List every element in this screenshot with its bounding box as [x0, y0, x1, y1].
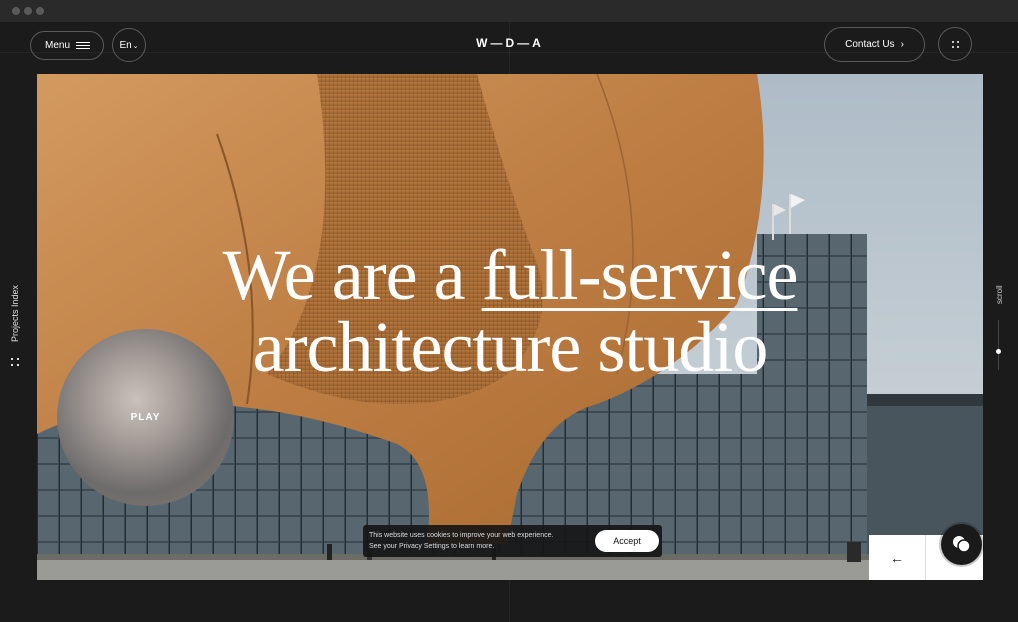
- site-logo[interactable]: W—D—A: [440, 36, 580, 50]
- headline-text: We are a: [222, 235, 482, 315]
- window-maximize-dot[interactable]: [36, 7, 44, 15]
- contact-label: Contact Us: [845, 39, 895, 50]
- chat-button[interactable]: [941, 524, 982, 565]
- projects-index-toggle[interactable]: Projects Index: [0, 282, 30, 382]
- page: Menu En ⌄ W—D—A Contact Us › Projects In…: [0, 22, 1018, 622]
- language-label: En: [119, 39, 132, 51]
- scroll-thumb[interactable]: [996, 349, 1001, 354]
- play-label: PLAY: [130, 412, 161, 423]
- cookie-accept-button[interactable]: Accept: [595, 530, 659, 552]
- scroll-track: [998, 320, 999, 370]
- hero-section: We are a full-service architecture studi…: [37, 74, 983, 580]
- grid-dots-icon: [957, 46, 959, 48]
- play-video-button[interactable]: PLAY: [57, 329, 234, 506]
- window-close-dot[interactable]: [12, 7, 20, 15]
- grid-dots-icon: [957, 41, 959, 43]
- projects-index-label: Projects Index: [10, 284, 20, 342]
- browser-titlebar: [0, 0, 1018, 22]
- chevron-right-icon: ›: [900, 39, 904, 50]
- chevron-down-icon: ⌄: [132, 43, 139, 50]
- grid-dots-icon: [952, 46, 954, 48]
- menu-button[interactable]: Menu: [30, 31, 104, 60]
- scroll-indicator[interactable]: scroll: [986, 282, 1016, 402]
- headline-line-1: We are a full-service: [37, 239, 983, 311]
- window-minimize-dot[interactable]: [24, 7, 32, 15]
- scroll-label: scroll: [995, 285, 1004, 304]
- menu-label: Menu: [45, 40, 71, 51]
- chat-bubble-icon: [953, 536, 971, 553]
- hamburger-icon: [76, 42, 90, 49]
- arrow-left-icon[interactable]: ←: [869, 535, 926, 580]
- cookie-banner: This website uses cookies to improve you…: [363, 525, 662, 557]
- headline-underlined-text: full-service: [481, 235, 799, 315]
- language-selector[interactable]: En ⌄: [112, 28, 146, 62]
- grid-dots-icon: [11, 358, 20, 367]
- contact-us-button[interactable]: Contact Us ›: [824, 27, 925, 62]
- grid-menu-button[interactable]: [938, 27, 972, 61]
- grid-dots-icon: [952, 41, 954, 43]
